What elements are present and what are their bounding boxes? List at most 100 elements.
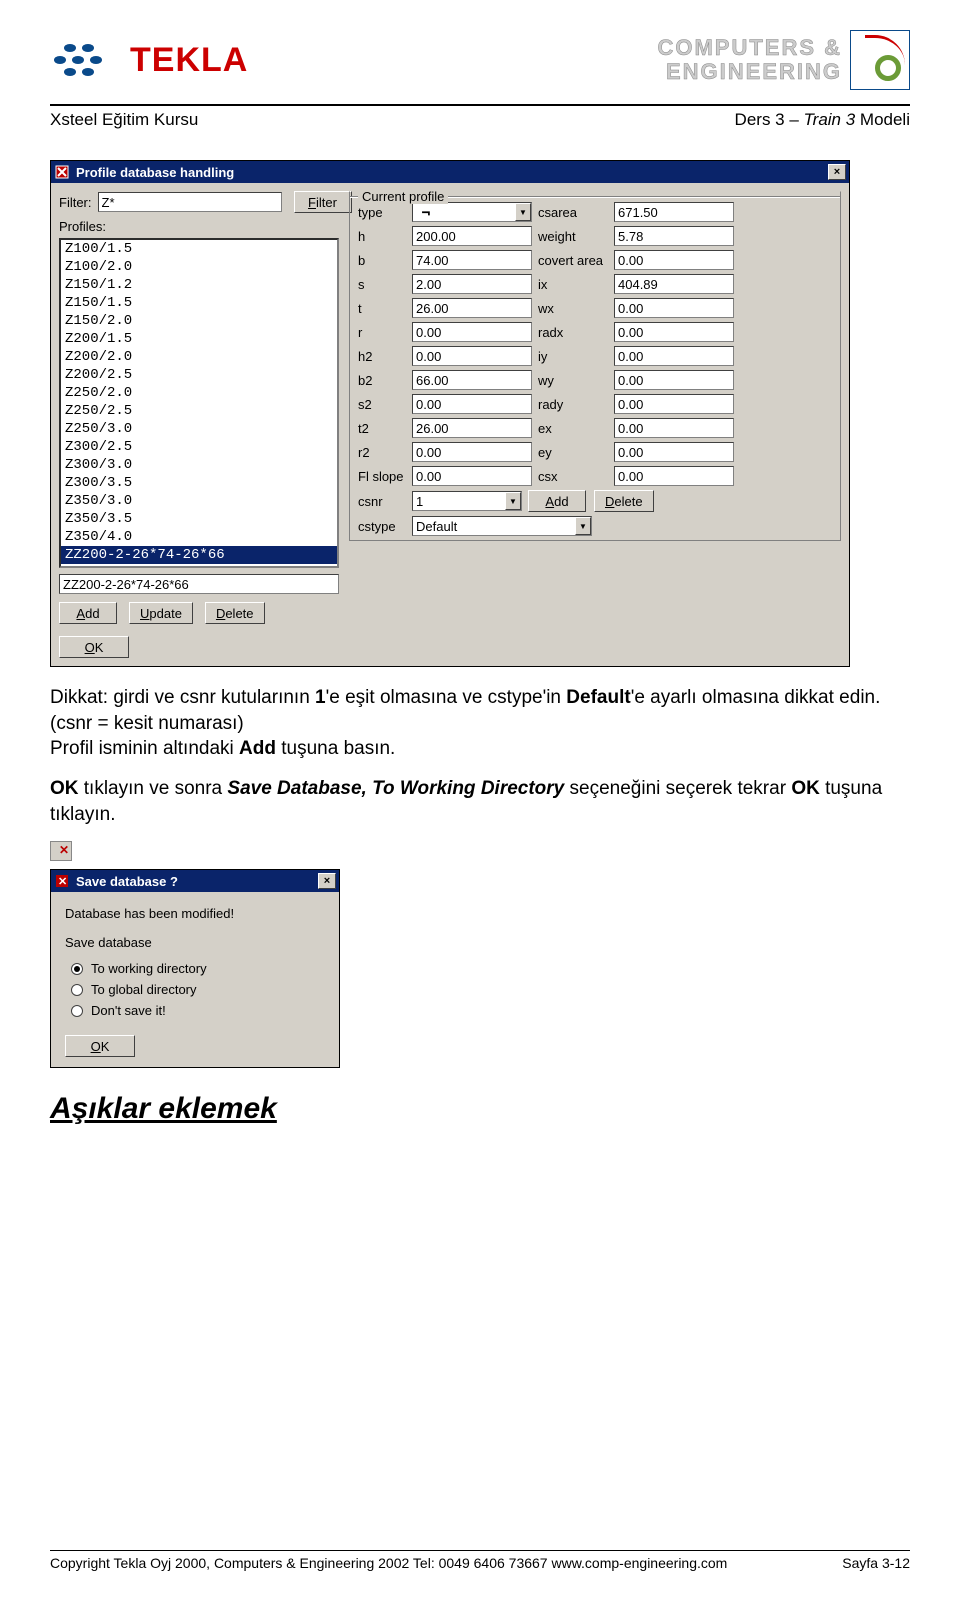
csnr-add-button[interactable]: Add	[528, 490, 586, 512]
field-label: Fl slope	[358, 469, 406, 484]
field-input[interactable]	[614, 394, 734, 414]
para-2: OK tıklayın ve sonra Save Database, To W…	[50, 776, 910, 827]
profile-name-input[interactable]	[59, 574, 339, 594]
page-footer: Copyright Tekla Oyj 2000, Computers & En…	[50, 1550, 910, 1571]
list-item[interactable]: Z150/1.2	[61, 276, 337, 294]
dialog-icon	[54, 164, 70, 180]
add-button[interactable]: Add	[59, 602, 117, 624]
field-input[interactable]	[614, 370, 734, 390]
delete-button[interactable]: Delete	[205, 602, 265, 624]
csnr-select[interactable]: 1	[412, 491, 522, 511]
save-dialog-title: Save database ?	[74, 874, 318, 889]
list-item[interactable]: Z100/2.0	[61, 258, 337, 276]
save-msg2: Save database	[65, 935, 325, 950]
type-select[interactable]: ⌐	[412, 202, 532, 222]
filter-button[interactable]: Filter	[294, 191, 352, 213]
update-button[interactable]: Update	[129, 602, 193, 624]
field-input[interactable]	[614, 442, 734, 462]
field-input[interactable]	[412, 250, 532, 270]
cstype-select[interactable]: Default	[412, 516, 592, 536]
field-input[interactable]	[412, 394, 532, 414]
list-item[interactable]: Z350/4.0	[61, 528, 337, 546]
chevron-down-icon[interactable]	[515, 203, 531, 221]
field-label: b2	[358, 373, 406, 388]
field-input[interactable]	[614, 274, 734, 294]
field-input[interactable]	[412, 274, 532, 294]
ce-icon	[850, 30, 910, 90]
field-input[interactable]	[614, 322, 734, 342]
field-label: t	[358, 301, 406, 316]
list-item[interactable]: Z150/1.5	[61, 294, 337, 312]
field-input[interactable]	[412, 370, 532, 390]
para-1: Dikkat: girdi ve csnr kutularının 1'e eş…	[50, 685, 910, 762]
course-left: Xsteel Eğitim Kursu	[50, 110, 198, 130]
current-profile-group: Current profile type⌐csareahweightbcover…	[349, 191, 841, 541]
list-item[interactable]: Z150/2.0	[61, 312, 337, 330]
list-item[interactable]: Z200/1.5	[61, 330, 337, 348]
course-right: Ders 3 – Train 3 Modeli	[735, 110, 910, 130]
field-label: ey	[538, 445, 608, 460]
field-input[interactable]	[412, 226, 532, 246]
list-item[interactable]: Z250/3.0	[61, 420, 337, 438]
field-input[interactable]	[614, 202, 734, 222]
field-label: covert area	[538, 253, 608, 268]
tekla-dots-icon	[50, 40, 120, 80]
radio-working-dir[interactable]: To working directory	[65, 958, 325, 979]
field-input[interactable]	[614, 466, 734, 486]
field-input[interactable]	[412, 418, 532, 438]
save-titlebar[interactable]: ✕ Save database ? ×	[51, 870, 339, 892]
field-input[interactable]	[412, 442, 532, 462]
cstype-label: cstype	[358, 519, 406, 534]
list-item[interactable]: Z200/2.0	[61, 348, 337, 366]
csnr-delete-button[interactable]: Delete	[594, 490, 654, 512]
list-item[interactable]: Z250/2.5	[61, 402, 337, 420]
field-input[interactable]	[614, 298, 734, 318]
heading-asiklar: Aşıklar eklemek	[50, 1092, 910, 1126]
save-ok-button[interactable]: OK	[65, 1035, 135, 1057]
filter-input[interactable]	[98, 192, 282, 212]
field-label: ex	[538, 421, 608, 436]
list-item[interactable]: Z250/2.0	[61, 384, 337, 402]
save-msg: Database has been modified!	[65, 906, 325, 921]
list-item[interactable]: ZZ200-2-26*74-26*66	[61, 546, 337, 564]
radio-global-dir[interactable]: To global directory	[65, 979, 325, 1000]
field-label: ix	[538, 277, 608, 292]
field-input[interactable]	[614, 250, 734, 270]
list-item[interactable]: Z300/2.5	[61, 438, 337, 456]
save-close-button[interactable]: ×	[318, 873, 336, 889]
close-button[interactable]: ×	[828, 164, 846, 180]
list-item[interactable]: Z200/2.5	[61, 366, 337, 384]
ce-line2: ENGINEERING	[657, 60, 842, 84]
course-line: Xsteel Eğitim Kursu Ders 3 – Train 3 Mod…	[50, 108, 910, 132]
field-input[interactable]	[614, 226, 734, 246]
list-item[interactable]: Z100/1.5	[61, 240, 337, 258]
radio-dot-icon	[71, 1005, 83, 1017]
ok-button[interactable]: OK	[59, 636, 129, 658]
list-item[interactable]: Z350/3.0	[61, 492, 337, 510]
field-label: r	[358, 325, 406, 340]
field-input[interactable]	[412, 322, 532, 342]
ce-line1: COMPUTERS &	[657, 36, 842, 60]
svg-text:✕: ✕	[58, 876, 67, 888]
field-input[interactable]	[614, 418, 734, 438]
titlebar[interactable]: Profile database handling ×	[51, 161, 849, 183]
field-input[interactable]	[412, 298, 532, 318]
filter-label: Filter:	[59, 195, 92, 210]
dialog-icon: ✕	[54, 873, 70, 889]
chevron-down-icon[interactable]	[575, 517, 591, 535]
radio-dont-save[interactable]: Don't save it!	[65, 1000, 325, 1021]
list-item[interactable]: Z300/3.5	[61, 474, 337, 492]
chevron-down-icon[interactable]	[505, 492, 521, 510]
header-rule	[50, 104, 910, 106]
field-input[interactable]	[412, 346, 532, 366]
list-item[interactable]: Z300/3.0	[61, 456, 337, 474]
radio-dot-icon	[71, 963, 83, 975]
field-label: rady	[538, 397, 608, 412]
list-item[interactable]: Z350/3.5	[61, 510, 337, 528]
field-label: radx	[538, 325, 608, 340]
field-input[interactable]	[614, 346, 734, 366]
profiles-listbox[interactable]: Z100/1.5Z100/2.0Z150/1.2Z150/1.5Z150/2.0…	[59, 238, 339, 568]
field-label: wy	[538, 373, 608, 388]
csnr-label: csnr	[358, 494, 406, 509]
field-input[interactable]	[412, 466, 532, 486]
